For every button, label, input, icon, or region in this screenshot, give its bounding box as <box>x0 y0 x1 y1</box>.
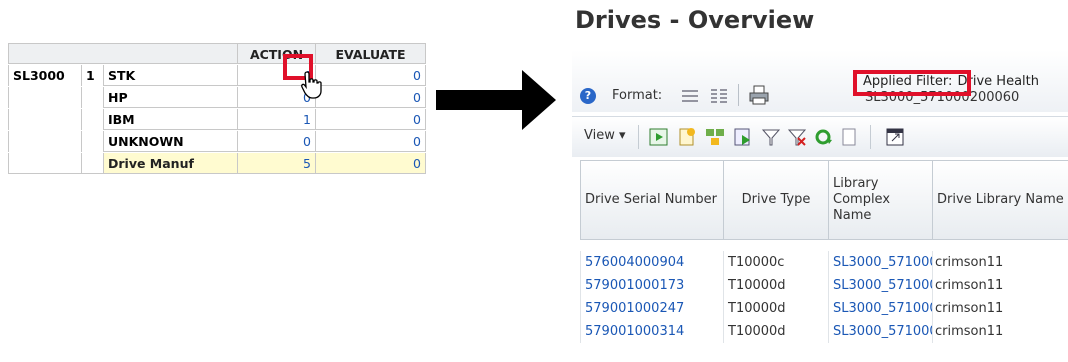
pivot-evaluate-value[interactable]: 0 <box>316 131 426 152</box>
pivot-manufacturer-total: Drive Manuf <box>104 153 238 174</box>
drive-serial-link[interactable]: 579001000314 <box>580 320 723 343</box>
page-title: Drives - Overview <box>575 6 815 34</box>
pivot-row: IBM 1 0 <box>8 109 428 131</box>
pivot-index: 1 <box>82 65 104 86</box>
pivot-evaluate-value[interactable]: 0 <box>316 87 426 108</box>
toolbar-separator <box>638 125 639 149</box>
pivot-evaluate-value[interactable]: 0 <box>316 65 426 86</box>
pivot-row: HP 0 0 <box>8 87 428 109</box>
column-header-serial[interactable]: Drive Serial Number <box>580 161 723 239</box>
pivot-action-total[interactable]: 5 <box>238 153 316 174</box>
library-complex-link[interactable]: SL3000_571000 <box>828 251 932 274</box>
new-icon[interactable] <box>676 126 698 148</box>
maximize-icon[interactable] <box>884 126 906 148</box>
drive-library-name: crimson11 <box>932 274 1068 297</box>
filter-icon[interactable] <box>760 126 782 148</box>
pivot-header-row: ACTION EVALUATE <box>8 43 428 65</box>
pivot-index-cell <box>82 87 104 108</box>
view-menu-button[interactable]: View ▾ <box>584 128 626 143</box>
pivot-library-cell <box>8 153 82 174</box>
pivot-library-cell <box>8 109 82 130</box>
drive-type: T10000d <box>723 320 828 343</box>
format-toolbar: ? Format: Applied Filter: Drive Health S… <box>572 50 1068 112</box>
table-row[interactable]: 579001000173 T10000d SL3000_571000 crims… <box>580 274 1068 297</box>
pivot-action-value[interactable]: 0 <box>238 131 316 152</box>
library-complex-link[interactable]: SL3000_571000 <box>828 320 932 343</box>
column-header-complex[interactable]: Library Complex Name <box>828 161 932 239</box>
drive-type: T10000d <box>723 274 828 297</box>
pivot-library-cell <box>8 87 82 108</box>
print-icon[interactable] <box>748 84 770 106</box>
drives-overview-panel: Drives - Overview ? Format: Applied Filt… <box>572 0 1068 362</box>
toolbar-separator <box>738 84 739 106</box>
pivot-manufacturer: HP <box>104 87 238 108</box>
table-row[interactable]: 579001000314 T10000d SL3000_571000 crims… <box>580 320 1068 343</box>
column-header-type[interactable]: Drive Type <box>723 161 828 239</box>
right-arrow-icon <box>436 70 556 130</box>
clear-filter-icon[interactable] <box>786 126 808 148</box>
pivot-header-blank <box>8 43 238 64</box>
pivot-evaluate-value[interactable]: 0 <box>316 109 426 130</box>
pivot-manufacturer: UNKNOWN <box>104 131 238 152</box>
pivot-action-value[interactable]: 1 <box>238 109 316 130</box>
pivot-library: SL3000 <box>8 65 82 86</box>
drive-type: T10000c <box>723 251 828 274</box>
toolbar-separator <box>870 125 871 149</box>
table-row[interactable]: 576004000904 T10000c SL3000_571000 crims… <box>580 251 1068 274</box>
library-complex-link[interactable]: SL3000_571000 <box>828 274 932 297</box>
pivot-total-row: Drive Manuf 5 0 <box>8 153 428 175</box>
list-icon[interactable] <box>680 88 700 104</box>
view-menu-label: View <box>584 128 615 143</box>
grid-toolbar: View ▾ <box>572 116 1068 157</box>
pivot-row: UNKNOWN 0 0 <box>8 131 428 153</box>
help-icon[interactable]: ? <box>580 88 596 104</box>
pivot-header-evaluate[interactable]: EVALUATE <box>316 43 426 64</box>
table-row[interactable]: 579001000247 T10000d SL3000_571000 crims… <box>580 297 1068 320</box>
library-complex-link[interactable]: SL3000_571000 <box>828 297 932 320</box>
grid-header: Drive Serial Number Drive Type Library C… <box>580 160 1068 240</box>
column-header-library[interactable]: Drive Library Name <box>932 161 1068 239</box>
pivot-evaluate-total[interactable]: 0 <box>316 153 426 174</box>
detail-list-icon[interactable] <box>709 88 729 104</box>
drive-library-name: crimson11 <box>932 251 1068 274</box>
drive-library-name: crimson11 <box>932 297 1068 320</box>
drive-serial-link[interactable]: 579001000173 <box>580 274 723 297</box>
refresh-icon[interactable] <box>812 126 834 148</box>
drive-serial-link[interactable]: 576004000904 <box>580 251 723 274</box>
pivot-manufacturer: IBM <box>104 109 238 130</box>
hand-cursor-icon <box>301 71 322 99</box>
run-icon[interactable] <box>648 126 670 148</box>
drive-type: T10000d <box>723 297 828 320</box>
pivot-library-cell <box>8 131 82 152</box>
pivot-table: ACTION EVALUATE SL3000 1 STK 4 0 HP 0 0 … <box>8 43 428 203</box>
drive-library-name: crimson11 <box>932 320 1068 343</box>
pivot-manufacturer: STK <box>104 65 238 86</box>
chevron-down-icon: ▾ <box>619 128 626 143</box>
pivot-index-cell <box>82 153 104 174</box>
group-icon[interactable] <box>704 126 726 148</box>
pivot-row: SL3000 1 STK 4 0 <box>8 65 428 87</box>
pivot-index-cell <box>82 131 104 152</box>
format-label: Format: <box>612 88 663 103</box>
drive-serial-link[interactable]: 579001000247 <box>580 297 723 320</box>
highlight-box-filter <box>853 70 971 96</box>
export-icon[interactable] <box>732 126 754 148</box>
document-icon[interactable] <box>838 126 860 148</box>
pivot-index-cell <box>82 109 104 130</box>
